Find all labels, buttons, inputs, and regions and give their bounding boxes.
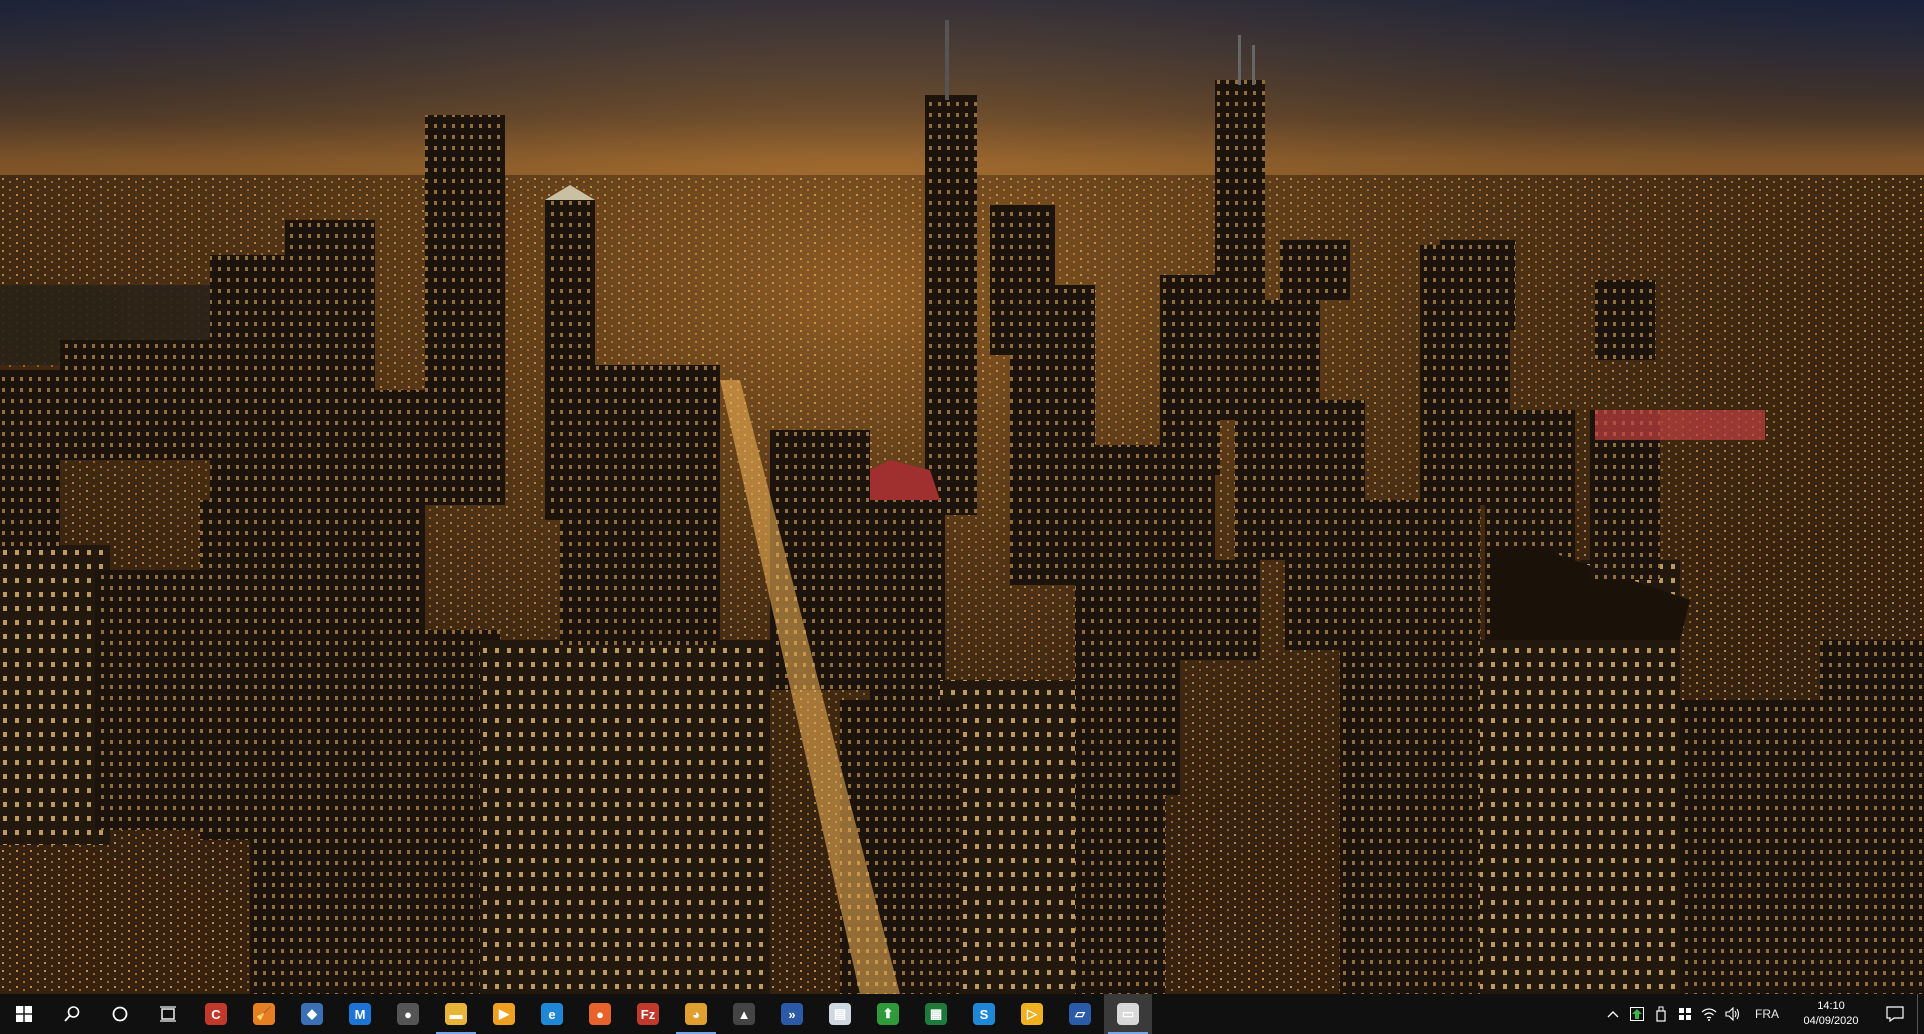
tray-upload-app[interactable] xyxy=(1625,994,1649,1034)
taskbar-app-inkscape[interactable]: ▲ xyxy=(720,994,768,1034)
inkscape-icon: ▲ xyxy=(733,1003,755,1025)
controller-icon: ● xyxy=(397,1003,419,1025)
taskbar-app-spreadsheet[interactable]: ▦ xyxy=(912,994,960,1034)
notification-icon xyxy=(1886,1006,1904,1022)
taskbar-app-terminal-app[interactable]: » xyxy=(768,994,816,1034)
taskbar-app-notepad[interactable]: ▤ xyxy=(816,994,864,1034)
tray-usb-drive[interactable] xyxy=(1649,994,1673,1034)
taskbar-app-media-player[interactable]: ▶ xyxy=(480,994,528,1034)
clock-date: 04/09/2020 xyxy=(1803,1015,1859,1027)
task-view-icon xyxy=(160,1006,176,1022)
city-skyline-wallpaper xyxy=(0,0,1924,994)
taskbar-app-file-explorer[interactable]: ▬ xyxy=(432,994,480,1034)
palette-icon: ◕ xyxy=(685,1003,707,1025)
ccleaner-icon: C xyxy=(205,1003,227,1025)
monitor-icon: ▭ xyxy=(1117,1003,1139,1025)
upload-arrow-tray-icon xyxy=(1630,1007,1644,1021)
taskbar-app-upload-app[interactable]: ⬆ xyxy=(864,994,912,1034)
taskbar-app-presenter[interactable]: ▷ xyxy=(1008,994,1056,1034)
tray-security[interactable] xyxy=(1673,994,1697,1034)
input-language-indicator[interactable]: FRA xyxy=(1745,1007,1789,1021)
taskbar-app-ccleaner[interactable]: C xyxy=(192,994,240,1034)
document-icon: ▤ xyxy=(829,1003,851,1025)
terminal-icon: » xyxy=(781,1003,803,1025)
robot-icon: ◆ xyxy=(301,1003,323,1025)
tray-network[interactable] xyxy=(1697,994,1721,1034)
upload-arrow-icon: ⬆ xyxy=(877,1003,899,1025)
show-desktop-button[interactable] xyxy=(1917,994,1924,1034)
cortana-button[interactable] xyxy=(96,994,144,1034)
system-tray: FRA 14:10 04/09/2020 xyxy=(1601,994,1924,1034)
action-center-button[interactable] xyxy=(1873,994,1917,1034)
volume-icon xyxy=(1725,1007,1740,1021)
edge-icon: e xyxy=(541,1003,563,1025)
note-icon: ▱ xyxy=(1069,1003,1091,1025)
taskbar-app-edge[interactable]: e xyxy=(528,994,576,1034)
taskbar-app-note-app[interactable]: ▱ xyxy=(1056,994,1104,1034)
wifi-icon xyxy=(1701,1008,1717,1021)
tray-volume[interactable] xyxy=(1721,994,1745,1034)
taskbar: C 🧹 ◆ M ● ▬ ▶ e ● Fz ◕ ▲ » ▤ ⬆ ▦ S ▷ ▱ ▭ xyxy=(0,994,1924,1034)
presenter-icon: ▷ xyxy=(1021,1003,1043,1025)
media-player-icon: ▶ xyxy=(493,1003,515,1025)
s-circle-icon: S xyxy=(973,1003,995,1025)
start-button[interactable] xyxy=(0,994,48,1034)
clock-time: 14:10 xyxy=(1817,1000,1845,1012)
chevron-up-icon xyxy=(1607,1011,1619,1018)
taskbar-app-skype-like[interactable]: S xyxy=(960,994,1008,1034)
spreadsheet-icon: ▦ xyxy=(925,1003,947,1025)
search-button[interactable] xyxy=(48,994,96,1034)
cortana-circle-icon xyxy=(112,1006,128,1022)
malwarebytes-icon: M xyxy=(349,1003,371,1025)
taskbar-pinned-apps: C 🧹 ◆ M ● ▬ ▶ e ● Fz ◕ ▲ » ▤ ⬆ ▦ S ▷ ▱ ▭ xyxy=(192,994,1152,1034)
taskbar-app-firefox[interactable]: ● xyxy=(576,994,624,1034)
search-icon xyxy=(64,1006,80,1022)
filezilla-icon: Fz xyxy=(637,1003,659,1025)
show-hidden-icons-button[interactable] xyxy=(1601,994,1625,1034)
firefox-icon: ● xyxy=(589,1003,611,1025)
folder-icon: ▬ xyxy=(445,1003,467,1025)
windows-logo-icon xyxy=(16,1006,32,1022)
shield-flag-icon xyxy=(1679,1008,1691,1020)
usb-drive-icon xyxy=(1656,1006,1666,1022)
taskbar-app-malwarebytes[interactable]: M xyxy=(336,994,384,1034)
clock[interactable]: 14:10 04/09/2020 xyxy=(1789,999,1873,1029)
taskbar-app-remote-desktop[interactable]: ▭ xyxy=(1104,994,1152,1034)
taskbar-app-paint-app[interactable]: ◕ xyxy=(672,994,720,1034)
taskbar-app-robot-app[interactable]: ◆ xyxy=(288,994,336,1034)
desktop-wallpaper xyxy=(0,0,1924,994)
taskbar-app-cleaner-broom[interactable]: 🧹 xyxy=(240,994,288,1034)
taskbar-app-game-controller[interactable]: ● xyxy=(384,994,432,1034)
taskbar-app-filezilla[interactable]: Fz xyxy=(624,994,672,1034)
task-view-button[interactable] xyxy=(144,994,192,1034)
broom-icon: 🧹 xyxy=(253,1003,275,1025)
